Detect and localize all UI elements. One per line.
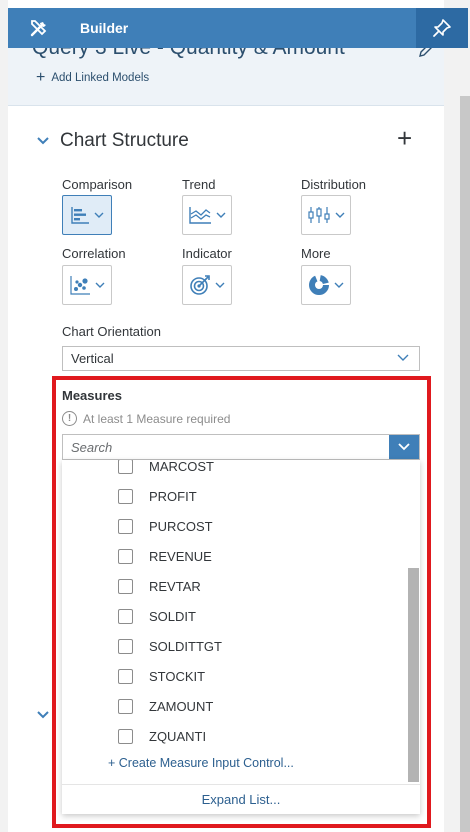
list-item[interactable]: REVENUE bbox=[62, 541, 407, 571]
model-section: Query 3 Live - Quantity & Amount + Add L… bbox=[8, 48, 444, 106]
indicator-chart-button[interactable] bbox=[182, 265, 232, 305]
type-more: More bbox=[301, 246, 331, 261]
type-label: Trend bbox=[182, 177, 216, 192]
dropdown-scrollbar[interactable] bbox=[408, 568, 419, 782]
create-measure-input-control-link[interactable]: + Create Measure Input Control... bbox=[108, 756, 294, 770]
checkbox[interactable] bbox=[118, 488, 133, 504]
list-item-label: REVTAR bbox=[149, 578, 201, 594]
correlation-chart-button[interactable] bbox=[62, 265, 112, 305]
chevron-down-icon bbox=[398, 443, 410, 451]
panel-scrollbar[interactable] bbox=[460, 96, 470, 832]
measures-search-input[interactable] bbox=[63, 435, 389, 459]
checkbox[interactable] bbox=[118, 698, 133, 714]
checkbox[interactable] bbox=[118, 518, 133, 534]
checkbox[interactable] bbox=[118, 578, 133, 594]
type-comparison: Comparison bbox=[62, 177, 132, 192]
type-correlation: Correlation bbox=[62, 246, 126, 261]
chevron-down-icon bbox=[334, 282, 344, 288]
left-gutter bbox=[0, 0, 8, 832]
type-label: More bbox=[301, 246, 331, 261]
distribution-chart-button[interactable] bbox=[301, 195, 351, 235]
measures-dropdown-toggle[interactable] bbox=[389, 435, 419, 459]
chevron-down-icon bbox=[94, 212, 104, 218]
chevron-down-icon bbox=[397, 354, 409, 361]
type-label: Comparison bbox=[62, 177, 133, 192]
list-item[interactable]: STOCKIT bbox=[62, 661, 407, 691]
add-icon[interactable]: + bbox=[397, 125, 412, 151]
builder-title: Builder bbox=[80, 20, 129, 36]
chart-orientation-value: Vertical bbox=[71, 351, 114, 366]
measures-label: Measures bbox=[62, 388, 122, 403]
list-item[interactable]: SOLDITTGT bbox=[62, 631, 407, 661]
warning-icon: ! bbox=[62, 411, 77, 426]
measures-warning-text: At least 1 Measure required bbox=[83, 411, 231, 426]
measures-dropdown-list: MARCOST PROFIT PURCOST REVENUE REVTAR SO… bbox=[62, 460, 420, 814]
measures-list: MARCOST PROFIT PURCOST REVENUE REVTAR SO… bbox=[62, 460, 407, 751]
chevron-down-icon bbox=[95, 282, 105, 288]
type-label: Distribution bbox=[301, 177, 367, 192]
pin-button[interactable] bbox=[416, 8, 468, 48]
more-chart-button[interactable] bbox=[301, 265, 351, 305]
checkbox[interactable] bbox=[118, 548, 133, 564]
edit-icon[interactable] bbox=[418, 48, 432, 63]
donut-chart-icon bbox=[309, 275, 329, 295]
chevron-down-icon bbox=[37, 137, 49, 145]
list-item[interactable]: PURCOST bbox=[62, 511, 407, 541]
builder-header: Builder bbox=[8, 8, 468, 48]
chart-orientation-select[interactable]: Vertical bbox=[62, 346, 420, 371]
model-title: Query 3 Live - Quantity & Amount bbox=[32, 48, 345, 60]
list-item[interactable]: ZAMOUNT bbox=[62, 691, 407, 721]
list-item[interactable]: ZQUANTI bbox=[62, 721, 407, 751]
list-item[interactable]: PROFIT bbox=[62, 481, 407, 511]
comparison-chart-button[interactable] bbox=[62, 195, 112, 235]
expand-list-button[interactable]: Expand List... bbox=[62, 784, 420, 814]
checkbox[interactable] bbox=[118, 460, 133, 474]
list-item-label: ZAMOUNT bbox=[149, 698, 214, 714]
scatter-chart-icon bbox=[70, 276, 90, 295]
type-label: Correlation bbox=[62, 246, 126, 261]
chevron-down-icon[interactable] bbox=[36, 708, 50, 722]
list-item-label: ZQUANTI bbox=[149, 728, 207, 744]
pin-icon bbox=[433, 19, 451, 37]
chevron-down-icon bbox=[216, 212, 226, 218]
list-item-label: MARCOST bbox=[149, 460, 214, 474]
list-item-label: PURCOST bbox=[149, 518, 213, 534]
chart-orientation-label: Chart Orientation bbox=[62, 324, 161, 339]
chart-structure-header[interactable]: Chart Structure bbox=[36, 130, 189, 152]
checkbox[interactable] bbox=[118, 638, 133, 654]
type-label: Indicator bbox=[182, 246, 232, 261]
checkbox[interactable] bbox=[118, 608, 133, 624]
list-item[interactable]: MARCOST bbox=[62, 460, 407, 481]
checkbox[interactable] bbox=[118, 728, 133, 744]
area-chart-icon bbox=[189, 207, 211, 224]
trend-chart-button[interactable] bbox=[182, 195, 232, 235]
tools-icon bbox=[28, 17, 50, 39]
type-distribution: Distribution bbox=[301, 177, 366, 192]
list-item-label: SOLDIT bbox=[149, 608, 196, 624]
list-item-label: PROFIT bbox=[149, 488, 197, 504]
chevron-down-icon bbox=[335, 212, 345, 218]
bar-chart-icon bbox=[71, 207, 89, 224]
add-linked-models-link[interactable]: + Add Linked Models bbox=[36, 69, 150, 86]
add-linked-models-label: Add Linked Models bbox=[51, 72, 150, 84]
box-plot-icon bbox=[308, 207, 330, 223]
measures-warning: ! At least 1 Measure required bbox=[62, 411, 230, 426]
list-item[interactable]: SOLDIT bbox=[62, 601, 407, 631]
chart-structure-title: Chart Structure bbox=[60, 130, 189, 151]
type-trend: Trend bbox=[182, 177, 215, 192]
list-item-label: REVENUE bbox=[149, 548, 212, 564]
type-indicator: Indicator bbox=[182, 246, 232, 261]
measures-search-box[interactable] bbox=[62, 434, 420, 460]
plus-icon: + bbox=[36, 69, 46, 86]
list-item-label: SOLDITTGT bbox=[149, 638, 222, 654]
list-item-label: STOCKIT bbox=[149, 668, 206, 684]
target-icon bbox=[190, 275, 210, 295]
list-item[interactable]: REVTAR bbox=[62, 571, 407, 601]
chevron-down-icon bbox=[215, 282, 225, 288]
checkbox[interactable] bbox=[118, 668, 133, 684]
